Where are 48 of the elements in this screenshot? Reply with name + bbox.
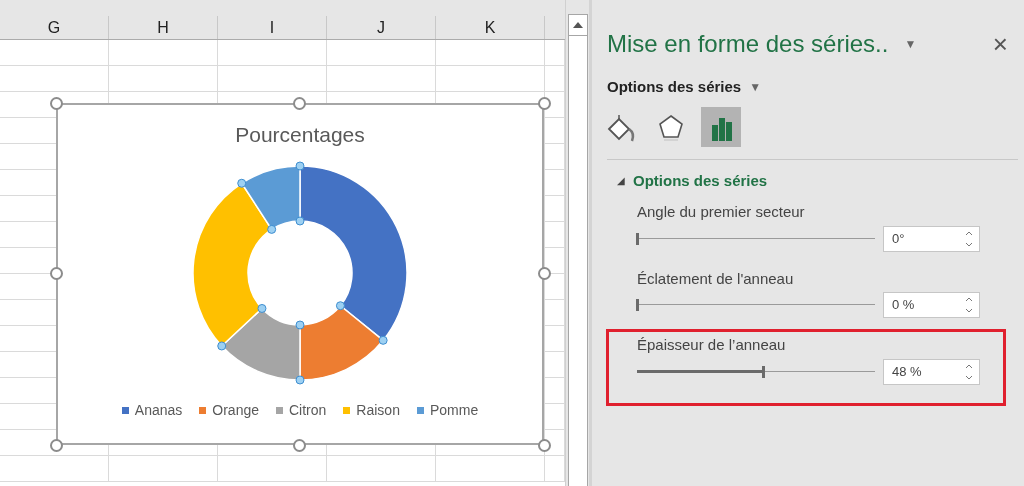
spinner-arrows-icon[interactable] [965, 229, 973, 248]
pane-menu-button[interactable]: ▼ [904, 35, 917, 53]
column-header[interactable]: I [269, 15, 275, 40]
option-label: Éclatement de l'anneau [637, 268, 795, 289]
slider[interactable] [637, 230, 875, 247]
legend-label: Citron [289, 400, 327, 420]
spin-field[interactable]: 0° [883, 225, 980, 252]
options-dropdown-button[interactable]: ▼ [749, 78, 762, 97]
point-handle[interactable] [237, 178, 247, 188]
point-handle[interactable] [295, 375, 305, 384]
up-arrow-icon [572, 22, 583, 28]
pane-title: Mise en forme des séries.. [607, 29, 889, 59]
point-handle[interactable] [295, 161, 305, 170]
spinner-arrows-icon[interactable] [965, 296, 973, 314]
point-handle[interactable] [257, 303, 267, 313]
point-handle[interactable] [217, 340, 227, 350]
column-header[interactable]: K [484, 15, 496, 40]
spinner-arrows-icon[interactable] [965, 362, 973, 381]
chart-title: Pourcentages [235, 122, 365, 148]
column-header[interactable]: J [377, 15, 385, 40]
resize-handle[interactable] [538, 97, 551, 110]
scroll-up-button[interactable] [567, 14, 588, 36]
option-label: Angle du premier secteur [637, 202, 806, 222]
collapse-toggle[interactable]: ◢ [617, 173, 625, 189]
column-header[interactable]: H [157, 15, 169, 40]
option-label: Épaisseur de l’anneau [637, 335, 787, 355]
close-button[interactable]: × [992, 31, 1008, 57]
resize-handle[interactable] [538, 439, 551, 452]
resize-handle[interactable] [50, 97, 63, 110]
legend-label: Orange [212, 400, 259, 420]
slider[interactable] [637, 363, 875, 380]
resize-handle[interactable] [50, 439, 63, 452]
chart-area[interactable]: Pourcentages Ananas Orange Citron Raison Pomme [56, 103, 544, 445]
point-handle[interactable] [378, 335, 388, 345]
section-heading[interactable]: Options des séries [633, 169, 768, 192]
column-header[interactable]: G [47, 15, 61, 40]
point-handle[interactable] [295, 216, 305, 225]
legend-label: Raison [356, 400, 400, 420]
point-handle[interactable] [335, 300, 345, 310]
format-tab[interactable] [701, 106, 741, 147]
legend-label: Pomme [429, 400, 479, 420]
spin-field[interactable]: 48 % [883, 358, 980, 385]
slider[interactable] [637, 297, 875, 313]
point-handle[interactable] [267, 224, 277, 234]
legend-label: Ananas [134, 400, 183, 420]
spin-field[interactable]: 0 % [883, 292, 980, 318]
point-handle[interactable] [295, 320, 305, 329]
options-dropdown-label[interactable]: Options des séries [607, 76, 742, 99]
